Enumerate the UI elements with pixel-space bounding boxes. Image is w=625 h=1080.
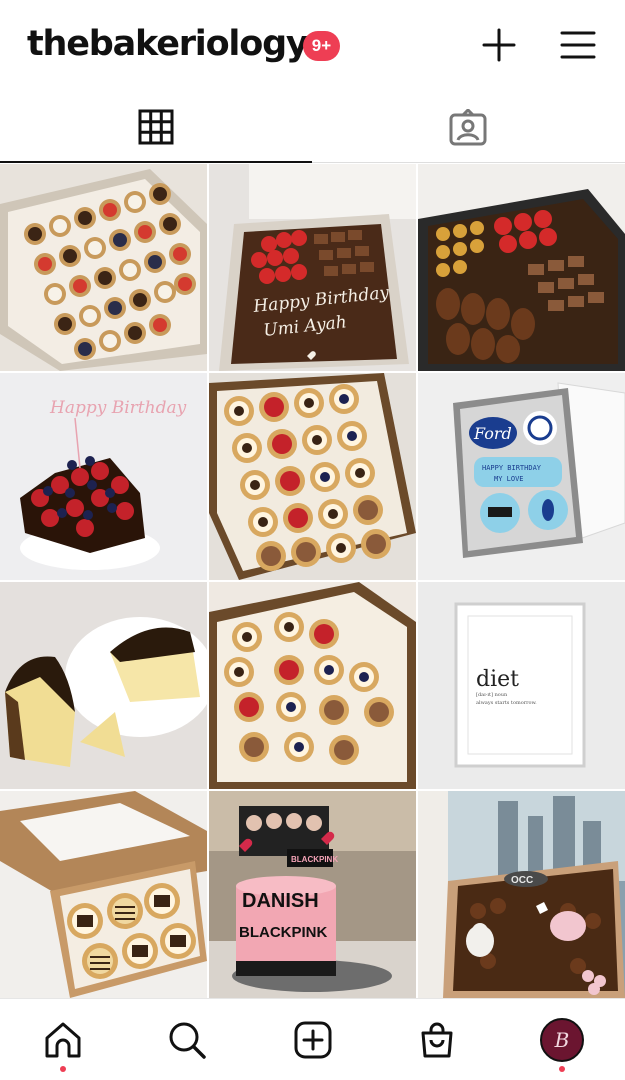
nav-shop[interactable] — [412, 1015, 462, 1065]
tab-tagged[interactable] — [312, 92, 624, 163]
nav-create[interactable] — [288, 1015, 338, 1065]
post-thumbnail[interactable] — [0, 164, 207, 371]
avatar: B — [540, 1018, 584, 1062]
cake-plaque: OCC — [511, 875, 533, 886]
post-thumbnail[interactable]: Ford HAPPY BIRTHDAY MY LOVE — [418, 373, 625, 580]
menu-button[interactable] — [555, 22, 601, 68]
post-thumbnail[interactable] — [209, 373, 416, 580]
frame-word: diet — [476, 667, 519, 692]
tagged-person-icon — [449, 108, 487, 145]
cookie-message-line2: MY LOVE — [494, 475, 524, 483]
post-image-tarts-box — [0, 164, 207, 371]
frame-caption: always starts tomorrow. — [476, 700, 537, 706]
plus-icon — [482, 28, 516, 62]
post-image-berry-brownie-stack: Happy Birthday — [0, 373, 207, 580]
profile-tabs — [0, 92, 625, 163]
home-notification-dot — [60, 1066, 66, 1072]
frame-phonetic: [daɪ-ɪt] noun — [476, 692, 508, 698]
grid-icon — [138, 109, 174, 144]
search-icon — [169, 1022, 206, 1059]
post-image-mini-tarts-box — [209, 373, 416, 580]
post-thumbnail[interactable]: OCC — [418, 791, 625, 998]
hamburger-menu-icon — [560, 31, 596, 59]
post-image-ford-cookies: Ford HAPPY BIRTHDAY MY LOVE — [418, 373, 625, 580]
new-post-button[interactable] — [476, 22, 522, 68]
cake-name: DANISH — [242, 890, 319, 912]
post-image-mini-tarts-box-2 — [209, 582, 416, 789]
tab-posts-grid[interactable] — [0, 92, 312, 163]
cookie-message-line1: HAPPY BIRTHDAY — [482, 464, 542, 472]
cake-topper: Happy Birthday — [49, 398, 187, 418]
post-image-burnt-cheesecake — [0, 582, 207, 789]
shopping-bag-icon — [421, 1022, 453, 1058]
post-thumbnail[interactable]: Happy Birthday Umi Ayah — [209, 164, 416, 371]
post-thumbnail[interactable] — [0, 791, 207, 998]
post-image-birthday-brownie: Happy Birthday Umi Ayah — [209, 164, 416, 371]
post-image-strawberry-chocolate-box — [418, 164, 625, 371]
profile-username[interactable]: thebakeriology — [27, 24, 309, 64]
post-thumbnail[interactable] — [418, 164, 625, 371]
profile-notification-dot — [559, 1066, 565, 1072]
post-thumbnail[interactable]: diet [daɪ-ɪt] noun always starts tomorro… — [418, 582, 625, 789]
cake-topper-band: BLACKPINK — [291, 855, 338, 864]
nav-home[interactable] — [38, 1015, 88, 1065]
add-square-icon — [294, 1021, 332, 1059]
nav-profile[interactable]: B — [537, 1015, 587, 1065]
notification-badge[interactable]: 9+ — [303, 31, 340, 61]
post-image-six-tarts-box — [0, 791, 207, 998]
post-thumbnail[interactable]: Happy Birthday — [0, 373, 207, 580]
post-image-blackpink-cake: BLACKPINK DANISH BLACKPINK — [209, 791, 416, 998]
profile-header: thebakeriology 9+ — [0, 0, 625, 92]
bottom-navigation: B — [0, 998, 625, 1080]
home-icon — [45, 1022, 81, 1058]
cookie-brand: Ford — [473, 424, 512, 443]
post-image-themed-chocolate-cake: OCC — [418, 791, 625, 998]
post-thumbnail[interactable]: BLACKPINK DANISH BLACKPINK — [209, 791, 416, 998]
post-thumbnail[interactable] — [209, 582, 416, 789]
profile-avatar-icon: B — [539, 1017, 585, 1063]
nav-search[interactable] — [162, 1015, 212, 1065]
post-image-diet-frame: diet [daɪ-ɪt] noun always starts tomorro… — [418, 582, 625, 789]
cake-band-name: BLACKPINK — [239, 924, 327, 941]
posts-grid: Happy Birthday Umi Ayah Happy Birthday F… — [0, 164, 625, 998]
post-thumbnail[interactable] — [0, 582, 207, 789]
